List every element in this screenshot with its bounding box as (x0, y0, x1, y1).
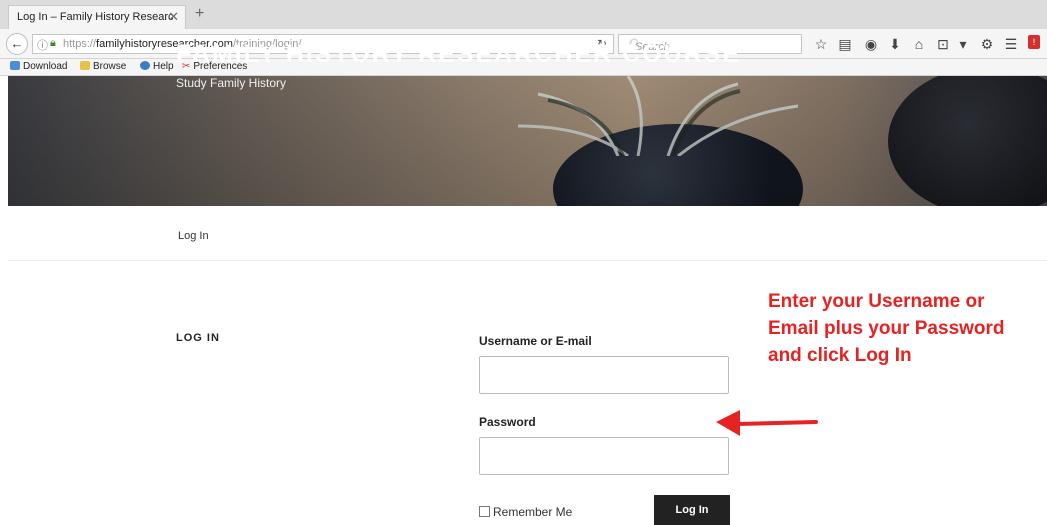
dropdown-icon[interactable]: ▾ (954, 36, 972, 52)
divider (8, 260, 1047, 261)
username-label: Username or E-mail (479, 334, 592, 348)
download-folder-icon (10, 61, 20, 70)
star-icon[interactable]: ☆ (812, 36, 830, 52)
addon-icon[interactable]: ⚙ (978, 36, 996, 52)
banner-overlay (8, 76, 1047, 206)
bookmark-download[interactable]: Download (10, 61, 67, 72)
site-tagline: Study Family History (176, 76, 287, 90)
pocket-icon[interactable]: ◉ (862, 36, 880, 52)
login-button[interactable]: Log In (654, 495, 730, 525)
folder-icon (80, 61, 90, 70)
remember-me[interactable]: Remember Me (479, 505, 572, 519)
remember-me-label: Remember Me (493, 505, 573, 519)
bookmark-label: Browse (93, 61, 127, 72)
tab-title: Log In – Family History Researc (17, 11, 174, 23)
close-icon[interactable]: ✕ (168, 9, 179, 25)
new-tab-button[interactable]: + (195, 5, 204, 23)
instruction-annotation: Enter your Username or Email plus your P… (768, 291, 1005, 366)
tab-strip: Log In – Family History Researc ✕ + (0, 0, 1047, 29)
info-icon[interactable]: ⓘ (37, 37, 48, 53)
bookmark-label: Help (153, 61, 174, 72)
password-input[interactable] (479, 437, 729, 475)
url-prefix: https:// (63, 38, 97, 50)
back-button[interactable]: ← (6, 33, 28, 55)
menu-icon[interactable]: ☰ (1002, 36, 1020, 52)
site-title[interactable]: FAMILY HISTORY RESEARCHER COURSE (176, 40, 741, 69)
browser-tab[interactable]: Log In – Family History Researc ✕ (8, 5, 186, 29)
remember-me-checkbox[interactable] (479, 506, 490, 517)
notification-badge-icon[interactable]: ! (1028, 35, 1040, 49)
header-banner (8, 76, 1047, 206)
password-label: Password (479, 415, 536, 429)
reading-list-icon[interactable]: ▤ (836, 36, 854, 52)
page-title: LOG IN (176, 332, 220, 344)
bookmark-help[interactable]: Help (140, 61, 174, 72)
download-icon[interactable]: ⬇ (886, 36, 904, 52)
lock-icon[interactable]: 🔒︎ (50, 37, 56, 50)
help-icon (140, 61, 150, 70)
nav-login-link[interactable]: Log In (178, 230, 209, 242)
username-input[interactable] (479, 356, 729, 394)
home-icon[interactable]: ⌂ (910, 36, 928, 52)
arrow-left-icon (716, 410, 818, 436)
screenshot-icon[interactable]: ⊡ (934, 36, 952, 52)
bookmark-browse[interactable]: Browse (80, 61, 126, 72)
bookmark-label: Download (23, 61, 68, 72)
